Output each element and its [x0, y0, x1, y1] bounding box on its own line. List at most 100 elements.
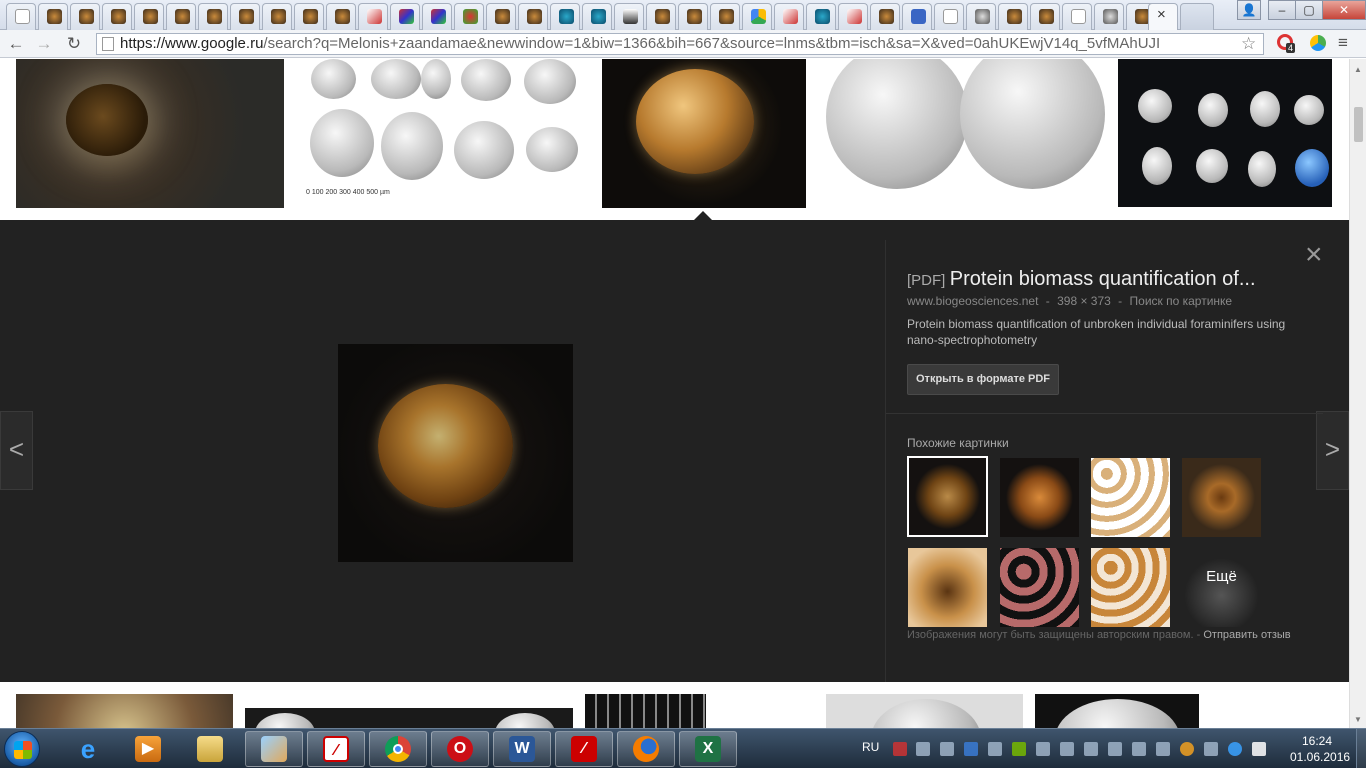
tab[interactable] [678, 3, 708, 30]
tab[interactable] [390, 3, 420, 30]
result-thumbnail[interactable] [16, 694, 233, 728]
tray-icon[interactable] [1204, 742, 1218, 756]
result-title-text[interactable]: Protein biomass quantification of... [950, 268, 1256, 290]
result-thumbnail[interactable] [826, 694, 1023, 728]
result-thumbnail[interactable] [1035, 694, 1199, 728]
result-thumbnail[interactable] [1118, 59, 1332, 207]
source-site[interactable]: www.biogeosciences.net [907, 294, 1038, 308]
bluetooth-icon[interactable] [964, 742, 978, 756]
result-thumbnail-selected[interactable] [602, 59, 806, 208]
tab[interactable] [422, 3, 452, 30]
taskbar-explorer[interactable] [184, 731, 236, 767]
tray-icon[interactable] [1132, 742, 1146, 756]
tab[interactable] [582, 3, 612, 30]
close-tab-icon[interactable]: × [1157, 6, 1166, 23]
similar-image[interactable] [1090, 457, 1171, 538]
tab[interactable] [934, 3, 964, 30]
system-clock[interactable]: 16:24 01.06.2016 [1290, 733, 1350, 765]
result-thumbnail[interactable] [245, 708, 573, 728]
tab[interactable] [998, 3, 1028, 30]
taskbar-word[interactable]: W [493, 731, 551, 767]
tray-icon[interactable] [1036, 742, 1050, 756]
result-thumbnail[interactable] [585, 694, 706, 728]
tab[interactable] [134, 3, 164, 30]
reload-button[interactable]: ↻ [63, 33, 85, 55]
tab[interactable] [166, 3, 196, 30]
feedback-link[interactable]: Отправить отзыв [1203, 629, 1290, 641]
tab[interactable] [262, 3, 292, 30]
result-thumbnail[interactable] [16, 59, 284, 208]
minimize-button[interactable]: – [1268, 0, 1296, 20]
preview-image[interactable] [338, 344, 573, 562]
tab[interactable] [454, 3, 484, 30]
taskbar-chrome[interactable] [369, 731, 427, 767]
tab[interactable] [326, 3, 356, 30]
more-similar-images[interactable]: Ещё [1181, 547, 1262, 628]
tab[interactable] [774, 3, 804, 30]
similar-image[interactable] [1090, 547, 1171, 628]
close-window-button[interactable]: ✕ [1322, 0, 1366, 20]
tab[interactable] [710, 3, 740, 30]
scroll-down-icon[interactable]: ▼ [1354, 715, 1362, 724]
taskbar-acrobat-pro[interactable]: ⁄ [307, 731, 365, 767]
search-by-image-link[interactable]: Поиск по картинке [1130, 294, 1233, 308]
bookmark-star-icon[interactable]: ☆ [1241, 34, 1256, 54]
tab[interactable] [294, 3, 324, 30]
previous-image-button[interactable]: < [0, 411, 33, 490]
action-center-flag-icon[interactable] [1252, 742, 1266, 756]
taskbar-ie[interactable]: e [62, 731, 114, 767]
tab[interactable] [966, 3, 996, 30]
back-button[interactable]: ← [5, 33, 27, 55]
show-desktop-button[interactable] [1356, 729, 1366, 768]
chrome-menu-icon[interactable]: ≡ [1338, 33, 1348, 53]
tab[interactable] [198, 3, 228, 30]
tray-icon[interactable] [1156, 742, 1170, 756]
tab[interactable] [518, 3, 548, 30]
tab[interactable] [486, 3, 516, 30]
nvidia-icon[interactable] [1012, 742, 1026, 756]
taskbar-opera[interactable]: O [431, 731, 489, 767]
user-icon[interactable]: 👤 [1237, 0, 1261, 20]
tab[interactable] [230, 3, 260, 30]
tab[interactable] [614, 3, 644, 30]
scroll-up-icon[interactable]: ▲ [1354, 65, 1362, 74]
address-bar[interactable]: https://www.google.ru/search?q=Melonis+z… [96, 33, 1264, 55]
start-button[interactable] [4, 731, 40, 767]
taskbar-acrobat-reader[interactable]: ⁄ [555, 731, 613, 767]
close-panel-icon[interactable]: × [1305, 240, 1323, 270]
open-pdf-button[interactable]: Открыть в формате PDF [907, 364, 1060, 395]
page-scrollbar[interactable]: ▲ ▼ [1349, 59, 1366, 728]
tray-icon[interactable] [1228, 742, 1242, 756]
tab[interactable] [806, 3, 836, 30]
similar-image[interactable] [999, 457, 1080, 538]
extension-icon[interactable] [1310, 35, 1326, 51]
forward-button[interactable]: → [33, 33, 55, 55]
tab[interactable] [38, 3, 68, 30]
tab[interactable] [358, 3, 388, 30]
tab[interactable] [1094, 3, 1124, 30]
tray-icon[interactable] [1084, 742, 1098, 756]
tray-icon[interactable] [1060, 742, 1074, 756]
maximize-button[interactable]: ▢ [1295, 0, 1323, 20]
tray-icon[interactable] [1180, 742, 1194, 756]
taskbar-excel[interactable]: X [679, 731, 737, 767]
tab[interactable] [6, 3, 36, 30]
tab[interactable] [646, 3, 676, 30]
result-thumbnail[interactable]: 0 100 200 300 400 500 µm [296, 59, 590, 204]
tab[interactable] [1030, 3, 1060, 30]
volume-icon[interactable] [988, 742, 1002, 756]
tab-active[interactable]: × [1148, 3, 1178, 30]
similar-image[interactable] [907, 547, 988, 628]
tray-icon[interactable] [940, 742, 954, 756]
similar-image[interactable] [999, 547, 1080, 628]
tab[interactable] [1062, 3, 1092, 30]
result-thumbnail[interactable] [818, 59, 1105, 207]
scroll-thumb[interactable] [1354, 107, 1363, 142]
tab[interactable] [550, 3, 580, 30]
tab[interactable] [742, 3, 772, 30]
extension-icon[interactable]: 4 [1277, 34, 1296, 53]
similar-image[interactable] [1181, 457, 1262, 538]
similar-image-selected[interactable] [907, 456, 988, 537]
result-title[interactable]: [PDF] Protein biomass quantification of.… [907, 268, 1307, 291]
tab[interactable] [902, 3, 932, 30]
